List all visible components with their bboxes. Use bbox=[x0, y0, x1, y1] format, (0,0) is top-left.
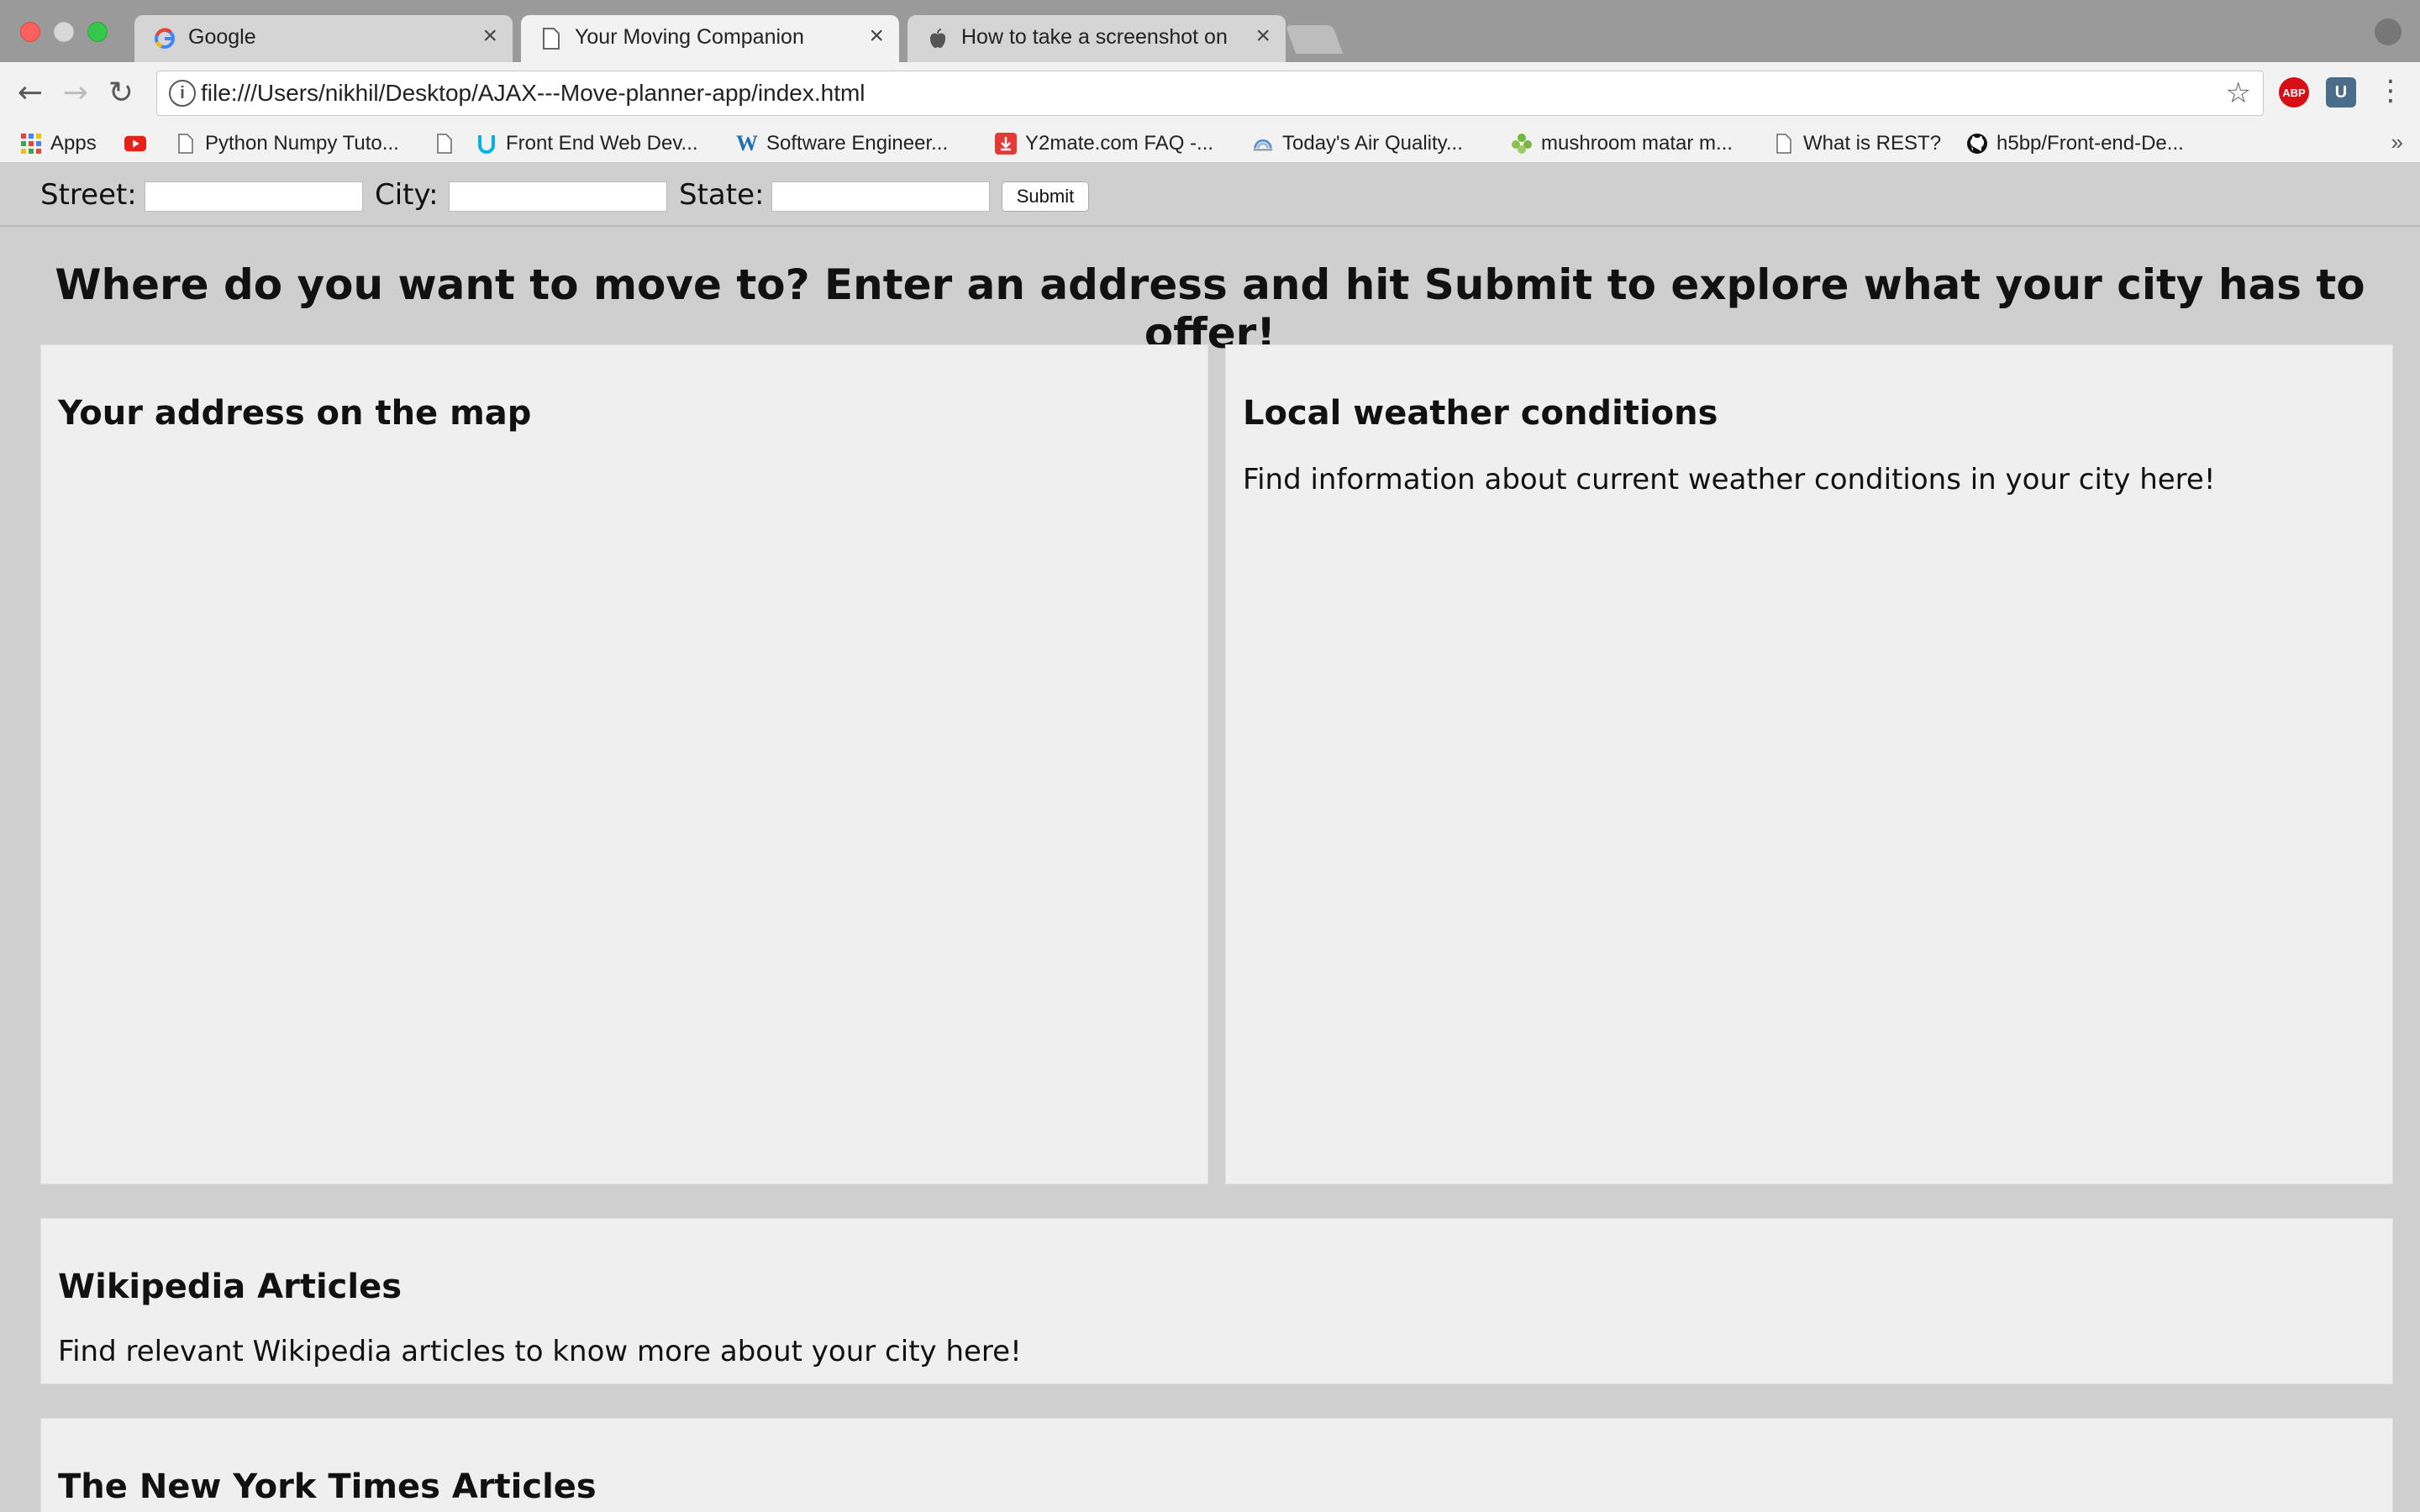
street-label: Street: bbox=[40, 178, 137, 212]
browser-tab-strip: Google × Your Moving Companion × How to … bbox=[0, 0, 2420, 64]
bookmark-apps[interactable]: Apps bbox=[20, 124, 97, 163]
page-headline: Where do you want to move to? Enter an a… bbox=[55, 260, 2365, 358]
bookmarks-bar: Apps Python Numpy Tuto... Front End Web … bbox=[0, 124, 2420, 163]
weather-panel-title: Local weather conditions bbox=[1243, 394, 1718, 433]
address-form: Street: City: State: Submit bbox=[0, 163, 2420, 227]
tab-screenshot-howto[interactable]: How to take a screenshot on y × bbox=[908, 15, 1286, 62]
address-url[interactable]: file:///Users/nikhil/Desktop/AJAX---Move… bbox=[201, 80, 865, 107]
youtube-icon bbox=[124, 133, 146, 155]
bookmark-label: Python Numpy Tuto... bbox=[205, 132, 399, 155]
bookmark-mushroom-matar[interactable]: mushroom matar m... bbox=[1511, 124, 1733, 163]
download-icon bbox=[995, 133, 1017, 155]
bookmark-label: What is REST? bbox=[1803, 132, 1942, 155]
new-tab-button[interactable] bbox=[1285, 25, 1344, 54]
bookmark-label: Apps bbox=[50, 132, 97, 155]
udacity-icon bbox=[476, 133, 497, 155]
info-icon[interactable]: i bbox=[169, 80, 196, 107]
tab-google[interactable]: Google × bbox=[134, 15, 513, 62]
weather-panel: Local weather conditions Find informatio… bbox=[1225, 344, 2393, 1184]
close-window-button[interactable] bbox=[20, 22, 40, 42]
browser-toolbar: ← → ↻ i file:///Users/nikhil/Desktop/AJA… bbox=[0, 62, 2420, 124]
tab-title: How to take a screenshot on y bbox=[961, 25, 1232, 49]
reload-icon[interactable]: ↻ bbox=[103, 74, 139, 111]
nyt-panel-title: The New York Times Articles bbox=[58, 1467, 597, 1506]
tab-title: Google bbox=[188, 25, 256, 49]
maximize-window-button[interactable] bbox=[87, 22, 108, 42]
adblock-plus-icon[interactable]: ABP bbox=[2279, 77, 2309, 108]
bookmark-h5bp[interactable]: h5bp/Front-end-De... bbox=[1966, 124, 2184, 163]
bookmark-youtube[interactable] bbox=[124, 124, 155, 163]
profile-icon[interactable] bbox=[2375, 18, 2402, 45]
wikipedia-panel-text: Find relevant Wikipedia articles to know… bbox=[58, 1335, 1022, 1368]
browser-menu-icon[interactable]: ⋮ bbox=[2376, 74, 2405, 108]
page-icon bbox=[1773, 133, 1795, 155]
apps-grid-icon bbox=[20, 133, 42, 155]
bookmark-front-end-web-dev[interactable]: Front End Web Dev... bbox=[476, 124, 698, 163]
page-icon bbox=[175, 133, 197, 155]
city-input[interactable] bbox=[449, 181, 667, 212]
github-icon bbox=[1966, 133, 1988, 155]
minimize-window-button[interactable] bbox=[54, 22, 74, 42]
state-input[interactable] bbox=[771, 181, 990, 212]
wikipedia-panel-title: Wikipedia Articles bbox=[58, 1268, 402, 1306]
street-input[interactable] bbox=[145, 181, 363, 212]
tab-your-moving-companion[interactable]: Your Moving Companion × bbox=[521, 15, 899, 64]
forward-arrow-icon[interactable]: → bbox=[57, 74, 94, 111]
bookmark-label: h5bp/Front-end-De... bbox=[1996, 132, 2184, 155]
tab-close-icon[interactable]: × bbox=[482, 22, 497, 50]
bookmark-air-quality[interactable]: Today's Air Quality... bbox=[1252, 124, 1463, 163]
city-label: City: bbox=[375, 178, 439, 212]
w-icon: W bbox=[736, 131, 758, 155]
submit-button[interactable]: Submit bbox=[1002, 181, 1089, 212]
extension-icon[interactable]: U bbox=[2326, 77, 2356, 108]
nyt-panel: The New York Times Articles bbox=[40, 1418, 2393, 1512]
map-panel-title: Your address on the map bbox=[58, 394, 532, 433]
tab-close-icon[interactable]: × bbox=[869, 22, 884, 50]
bookmark-page[interactable] bbox=[434, 124, 464, 163]
bookmark-star-icon[interactable]: ☆ bbox=[2226, 76, 2251, 110]
page-icon bbox=[434, 133, 455, 155]
bookmark-label: Today's Air Quality... bbox=[1282, 132, 1463, 155]
wikipedia-panel: Wikipedia Articles Find relevant Wikiped… bbox=[40, 1218, 2393, 1384]
bookmark-python-numpy[interactable]: Python Numpy Tuto... bbox=[175, 124, 399, 163]
weather-panel-text: Find information about current weather c… bbox=[1243, 463, 2216, 496]
bookmark-label: mushroom matar m... bbox=[1541, 132, 1733, 155]
address-bar[interactable]: i file:///Users/nikhil/Desktop/AJAX---Mo… bbox=[156, 71, 2264, 116]
bookmark-what-is-rest[interactable]: What is REST? bbox=[1773, 124, 1941, 163]
tab-title: Your Moving Companion bbox=[575, 25, 804, 49]
map-panel: Your address on the map bbox=[40, 344, 1208, 1184]
bookmark-label: Software Engineer... bbox=[766, 132, 949, 155]
air-quality-icon bbox=[1252, 133, 1274, 155]
bookmark-y2mate[interactable]: Y2mate.com FAQ -... bbox=[995, 124, 1213, 163]
bookmarks-overflow-icon[interactable]: » bbox=[2391, 129, 2403, 155]
page-icon bbox=[539, 27, 563, 50]
google-g-icon bbox=[153, 27, 176, 50]
apple-icon bbox=[926, 27, 950, 50]
leaf-icon bbox=[1511, 133, 1533, 155]
bookmark-label: Front End Web Dev... bbox=[506, 132, 698, 155]
state-label: State: bbox=[679, 178, 765, 212]
bookmark-label: Y2mate.com FAQ -... bbox=[1025, 132, 1214, 155]
tab-close-icon[interactable]: × bbox=[1255, 22, 1270, 50]
bookmark-software-engineer[interactable]: W Software Engineer... bbox=[736, 124, 948, 163]
back-arrow-icon[interactable]: ← bbox=[12, 74, 49, 111]
